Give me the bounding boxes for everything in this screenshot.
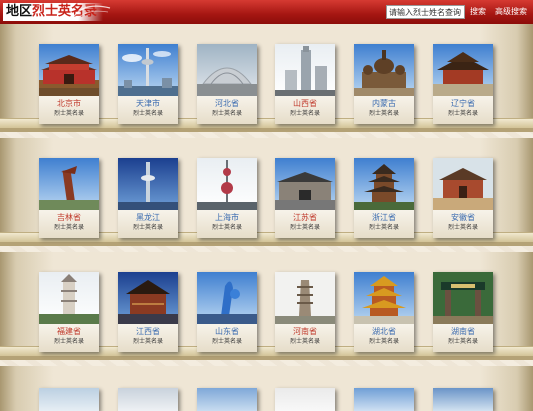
province-card[interactable] xyxy=(433,388,493,411)
tv-tower-icon xyxy=(118,44,178,96)
landmark-image xyxy=(39,388,99,411)
province-subtitle: 烈士英名录 xyxy=(132,110,163,117)
header-bar: 地区烈士英名录 搜索 高级搜索 xyxy=(0,0,533,24)
province-card[interactable] xyxy=(354,388,414,411)
province-card[interactable]: 北京市 烈士英名录 xyxy=(39,44,99,124)
search-button[interactable]: 搜索 xyxy=(470,6,486,18)
province-name: 湖南省 xyxy=(451,327,475,336)
province-subtitle: 烈士英名录 xyxy=(447,224,478,231)
province-name: 天津市 xyxy=(136,99,160,108)
province-card[interactable]: 河北省 烈士英名录 xyxy=(197,44,257,124)
province-name: 吉林省 xyxy=(57,213,81,222)
province-name: 上海市 xyxy=(215,213,239,222)
province-name: 湖北省 xyxy=(372,327,396,336)
landmark-image xyxy=(275,388,335,411)
province-card[interactable] xyxy=(275,388,335,411)
province-card[interactable]: 山东省 烈士英名录 xyxy=(197,272,257,352)
province-subtitle: 烈士英名录 xyxy=(447,338,478,345)
palace-icon xyxy=(433,44,493,96)
province-card[interactable]: 江西省 烈士英名录 xyxy=(118,272,178,352)
province-subtitle: 烈士英名录 xyxy=(211,110,242,117)
gate-icon xyxy=(433,272,493,324)
pagoda-icon xyxy=(39,272,99,324)
province-name: 河南省 xyxy=(293,327,317,336)
landmark-image xyxy=(354,388,414,411)
province-card[interactable]: 安徽省 烈士英名录 xyxy=(433,158,493,238)
province-name: 内蒙古 xyxy=(372,99,396,108)
province-card[interactable]: 湖南省 烈士英名录 xyxy=(433,272,493,352)
province-card[interactable]: 黑龙江 烈士英名录 xyxy=(118,158,178,238)
province-subtitle: 烈士英名录 xyxy=(368,224,399,231)
province-card[interactable] xyxy=(118,388,178,411)
pagoda-icon xyxy=(354,158,414,210)
province-subtitle: 烈士英名录 xyxy=(132,224,163,231)
province-subtitle: 烈士英名录 xyxy=(132,338,163,345)
province-subtitle: 烈士英名录 xyxy=(368,110,399,117)
tiananmen-icon xyxy=(39,44,99,96)
stone-pagoda-icon xyxy=(275,272,335,324)
province-name: 山西省 xyxy=(293,99,317,108)
landmark-image xyxy=(433,388,493,411)
province-subtitle: 烈士英名录 xyxy=(211,224,242,231)
landmark-image xyxy=(118,388,178,411)
province-card[interactable]: 山西省 烈士英名录 xyxy=(275,44,335,124)
province-subtitle: 烈士英名录 xyxy=(447,110,478,117)
province-card[interactable]: 河南省 烈士英名录 xyxy=(275,272,335,352)
province-subtitle: 烈士英名录 xyxy=(53,224,84,231)
province-card[interactable] xyxy=(39,388,99,411)
temple-icon xyxy=(433,158,493,210)
province-name: 江苏省 xyxy=(293,213,317,222)
province-name: 江西省 xyxy=(136,327,160,336)
landmark-image xyxy=(197,388,257,411)
province-name: 黑龙江 xyxy=(136,213,160,222)
province-card[interactable]: 福建省 烈士英名录 xyxy=(39,272,99,352)
building-icon xyxy=(197,44,257,96)
province-subtitle: 烈士英名录 xyxy=(53,110,84,117)
province-name: 福建省 xyxy=(57,327,81,336)
province-name: 山东省 xyxy=(215,327,239,336)
pearl-tower-icon xyxy=(197,158,257,210)
province-name: 浙江省 xyxy=(372,213,396,222)
pavilion-icon xyxy=(118,272,178,324)
province-name: 安徽省 xyxy=(451,213,475,222)
logo-swirl-icon xyxy=(73,5,111,20)
province-card[interactable]: 辽宁省 烈士英名录 xyxy=(433,44,493,124)
province-card[interactable]: 湖北省 烈士英名录 xyxy=(354,272,414,352)
search-input[interactable] xyxy=(386,5,465,19)
logo-region-text: 地区 xyxy=(6,4,33,19)
province-subtitle: 烈士英名录 xyxy=(368,338,399,345)
tower-building-icon xyxy=(275,44,335,96)
tv-tower-icon xyxy=(118,158,178,210)
sculpture-icon xyxy=(197,272,257,324)
province-card[interactable]: 吉林省 烈士英名录 xyxy=(39,158,99,238)
province-subtitle: 烈士英名录 xyxy=(289,224,320,231)
province-subtitle: 烈士英名录 xyxy=(289,110,320,117)
province-subtitle: 烈士英名录 xyxy=(289,338,320,345)
domed-hall-icon xyxy=(354,44,414,96)
province-card[interactable]: 浙江省 烈士英名录 xyxy=(354,158,414,238)
province-name: 河北省 xyxy=(215,99,239,108)
province-card[interactable]: 江苏省 烈士英名录 xyxy=(275,158,335,238)
province-card[interactable]: 上海市 烈士英名录 xyxy=(197,158,257,238)
advanced-search-link[interactable]: 高级搜索 xyxy=(495,6,527,18)
yellow-crane-tower-icon xyxy=(354,272,414,324)
province-name: 辽宁省 xyxy=(451,99,475,108)
province-name: 北京市 xyxy=(57,99,81,108)
province-card[interactable]: 天津市 烈士英名录 xyxy=(118,44,178,124)
province-subtitle: 烈士英名录 xyxy=(53,338,84,345)
province-card[interactable]: 内蒙古 烈士英名录 xyxy=(354,44,414,124)
monument-icon xyxy=(39,158,99,210)
city-gate-icon xyxy=(275,158,335,210)
province-subtitle: 烈士英名录 xyxy=(211,338,242,345)
province-card[interactable] xyxy=(197,388,257,411)
